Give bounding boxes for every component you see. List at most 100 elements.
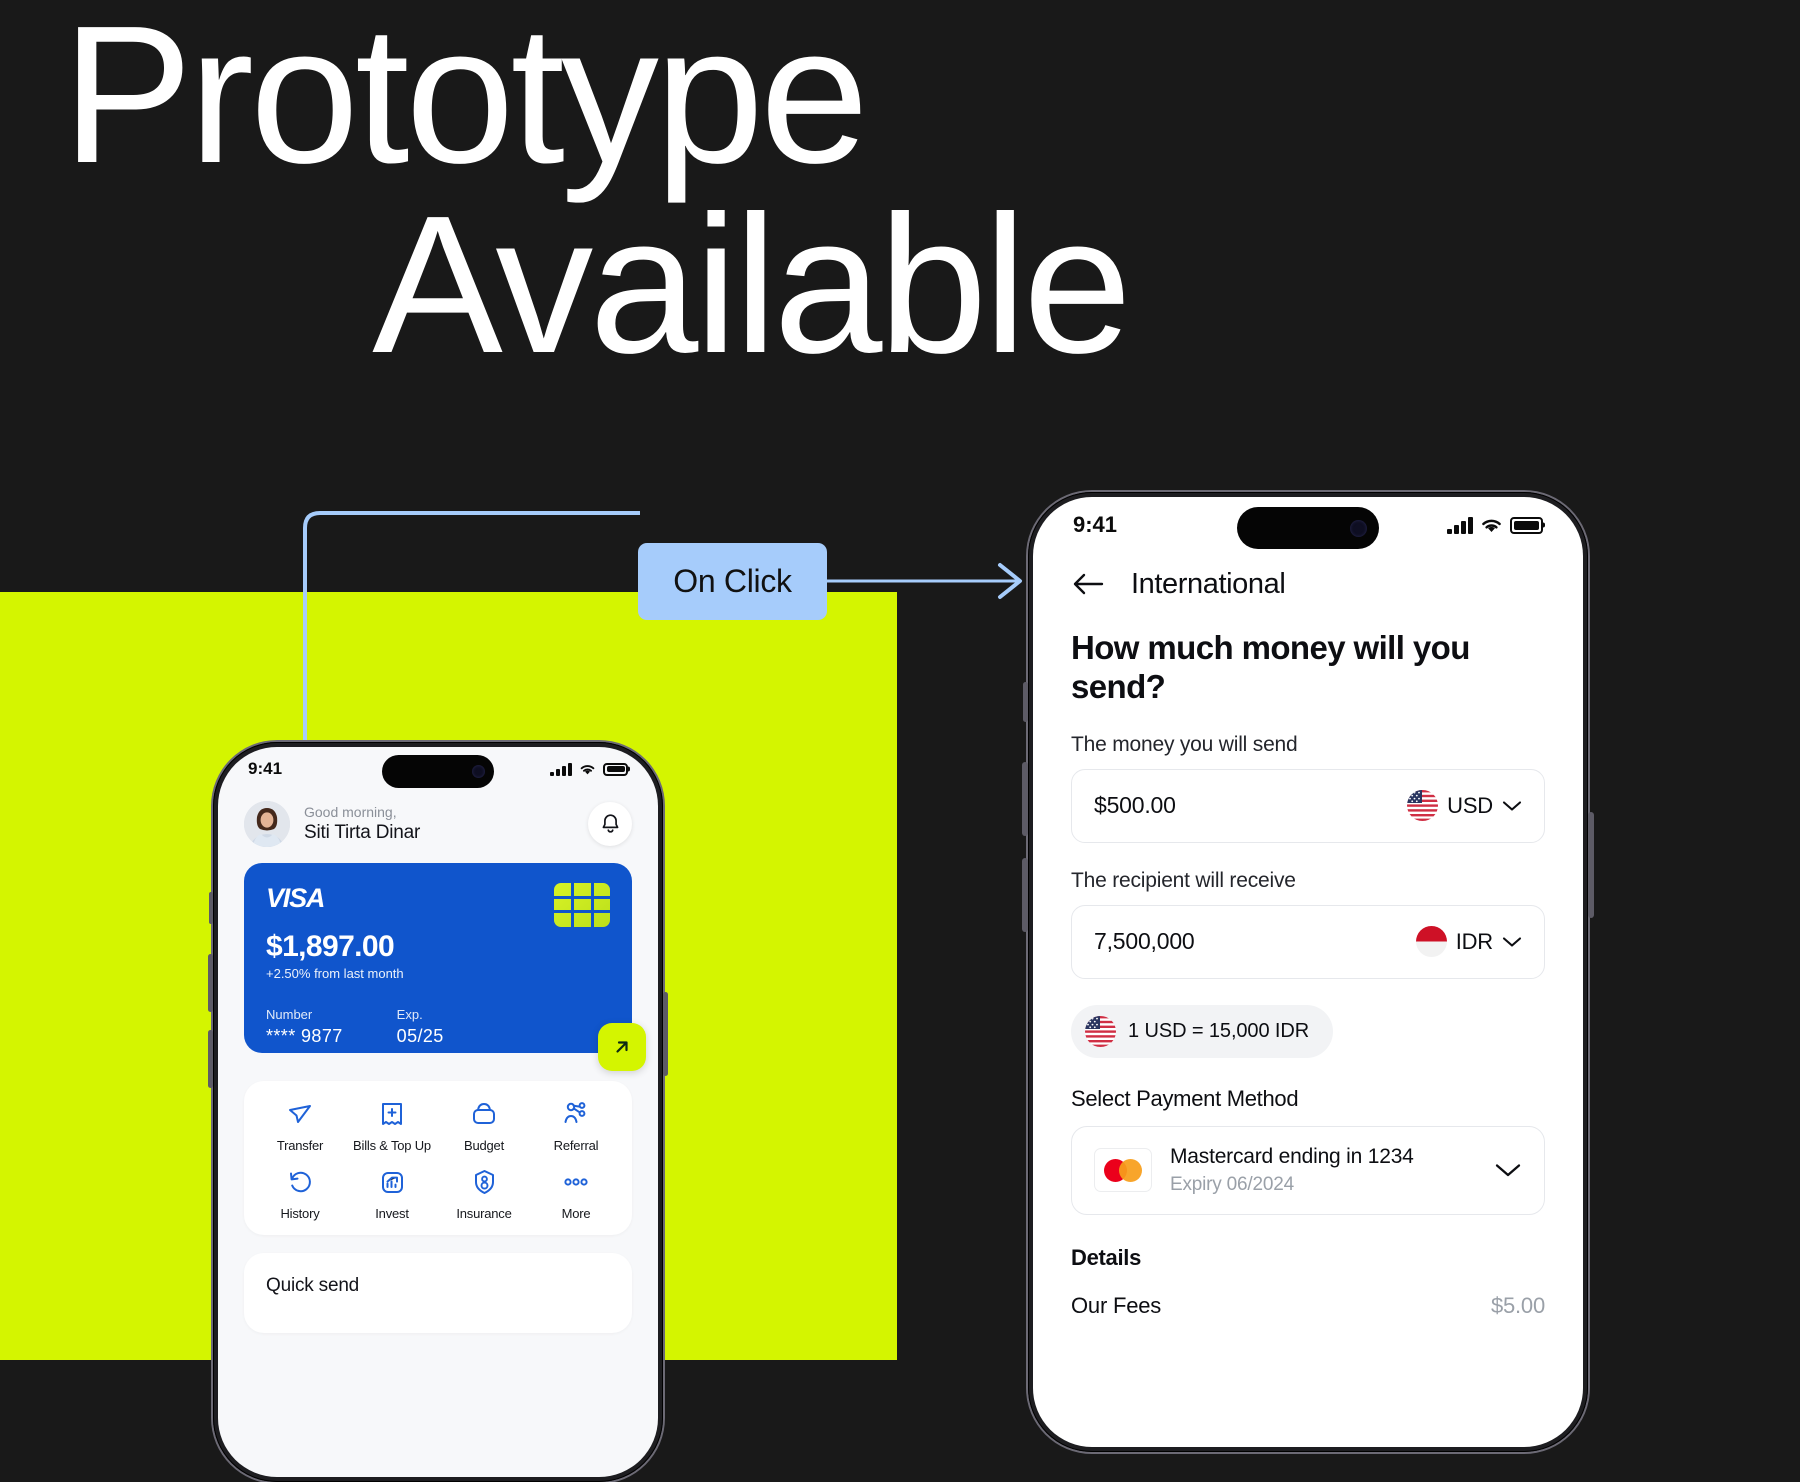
quick-actions-grid: Transfer Bills & Top Up Budget Referral … [244,1081,632,1235]
action-label: Invest [375,1206,409,1221]
dynamic-island [382,755,494,788]
action-label: Referral [553,1138,599,1153]
card-expiry-block: Exp. 05/25 [397,1007,444,1047]
action-label: Transfer [276,1138,324,1153]
cellular-signal-icon [550,762,572,776]
payment-method-subtitle: Expiry 06/2024 [1170,1173,1294,1195]
history-icon [285,1167,315,1197]
chevron-down-icon[interactable] [1494,1162,1522,1178]
action-invest[interactable]: Invest [346,1167,438,1221]
send-field-label: The money you will send [1071,732,1298,756]
left-status-icons [550,762,628,776]
fee-value: $5.00 [1490,1292,1545,1318]
quick-send-card[interactable]: Quick send [244,1253,632,1333]
receive-currency-selector[interactable]: IDR [1415,926,1522,958]
card-number-value: **** 9877 [266,1026,343,1046]
arrow-left-icon[interactable] [1071,567,1105,601]
card-expiry-value: 05/25 [396,1026,444,1046]
payment-method-card[interactable]: Mastercard ending in 1234 Expiry 06/2024 [1071,1125,1545,1215]
send-icon [285,1099,315,1129]
exchange-rate-text: 1 USD = 15,000 IDR [1128,1019,1310,1042]
action-insurance[interactable]: Insurance [438,1167,530,1221]
payment-text-block: Mastercard ending in 1234 Expiry 06/2024 [1170,1145,1414,1196]
action-referral[interactable]: Referral [530,1099,622,1153]
action-label: More [561,1206,591,1221]
card-change: +2.50% from last month [266,966,404,981]
card-number-block: Number **** 9877 [266,1007,343,1047]
card-number-label: Number [266,1007,313,1022]
phone-mute-button[interactable] [209,892,213,924]
shield-user-icon [469,1167,499,1197]
action-bills-topup[interactable]: Bills & Top Up [346,1099,438,1153]
phone-volume-up-button[interactable] [208,954,213,1012]
details-row: Our Fees $5.00 [1033,1271,1583,1319]
headline-line-1: Prototype [62,0,869,204]
action-budget[interactable]: Budget [438,1099,530,1153]
phone-volume-up-button[interactable] [1022,762,1028,836]
nav-bar: International [1033,553,1583,607]
us-flag-icon [1407,790,1439,822]
right-status-icons [1447,516,1543,534]
headline-line-2: Available [372,175,1132,395]
receive-currency-code: IDR [1455,928,1493,954]
front-camera-icon [1350,519,1367,537]
action-label: Insurance [456,1206,512,1221]
ellipsis-icon [561,1167,591,1197]
bell-icon[interactable] [588,802,632,846]
battery-icon [1510,516,1543,534]
greeting-username: Siti Tirta Dinar [304,821,421,843]
card-expiry-label: Exp. [396,1007,423,1022]
receive-amount-value: 7,500,000 [1094,928,1195,955]
phone-mute-button[interactable] [1023,682,1028,722]
greeting-row: Good morning, Siti Tirta Dinar [218,791,658,863]
id-flag-icon [1415,926,1447,958]
exchange-rate-chip: 1 USD = 15,000 IDR [1071,1004,1334,1058]
phone-power-button[interactable] [1588,812,1594,918]
on-click-badge: On Click [638,543,827,620]
chevron-down-icon [1502,937,1522,947]
mastercard-icon [1094,1148,1152,1193]
form-heading: How much money will you send? [1071,629,1470,705]
receipt-plus-icon [377,1099,407,1129]
right-phone-mockup: 9:41 International How much money will y… [1022,492,1594,1452]
send-amount-field[interactable]: $500.00 USD [1071,768,1545,843]
right-status-time: 9:41 [1073,512,1118,537]
front-camera-icon [472,765,485,778]
action-history[interactable]: History [254,1167,346,1221]
payment-method-title: Mastercard ending in 1234 [1170,1144,1414,1168]
receive-amount-field[interactable]: 7,500,000 IDR [1071,904,1545,979]
card-balance: $1,897.00 [266,930,395,963]
wifi-icon [1482,519,1501,532]
wallet-icon [469,1099,499,1129]
action-label: Bills & Top Up [353,1138,431,1153]
send-currency-code: USD [1447,792,1493,818]
visa-card[interactable]: VISA $1,897.00 +2.50% from last month Nu… [244,863,646,1071]
action-transfer[interactable]: Transfer [254,1099,346,1153]
left-phone-mockup: 9:41 Good morning, Siti Tirta Dinar VISA… [208,742,668,1482]
avatar[interactable] [244,801,290,847]
phone-power-button[interactable] [663,992,668,1076]
send-currency-selector[interactable]: USD [1407,790,1522,822]
us-flag-icon [1085,1015,1116,1047]
action-label: History [280,1206,320,1221]
arrow-up-right-icon[interactable] [598,1023,646,1071]
greeting-text-block: Good morning, Siti Tirta Dinar [304,804,420,844]
quick-send-title: Quick send [266,1275,360,1296]
chevron-down-icon [1502,801,1522,811]
card-meta: Number **** 9877 Exp. 05/25 [266,1007,610,1047]
send-amount-value: $500.00 [1094,792,1176,819]
receive-field-label: The recipient will receive [1071,868,1296,892]
dynamic-island [1237,507,1379,549]
phone-volume-down-button[interactable] [1022,858,1028,932]
cellular-signal-icon [1447,516,1473,534]
fee-label: Our Fees [1071,1292,1162,1318]
action-label: Budget [463,1138,504,1153]
action-more[interactable]: More [530,1167,622,1221]
left-status-time: 9:41 [248,759,283,778]
details-section-label: Details [1071,1244,1142,1270]
on-click-label: On Click [673,563,792,599]
wifi-icon [580,764,595,774]
users-share-icon [561,1099,591,1129]
phone-volume-down-button[interactable] [208,1030,213,1088]
left-phone-screen: 9:41 Good morning, Siti Tirta Dinar VISA… [218,747,658,1477]
